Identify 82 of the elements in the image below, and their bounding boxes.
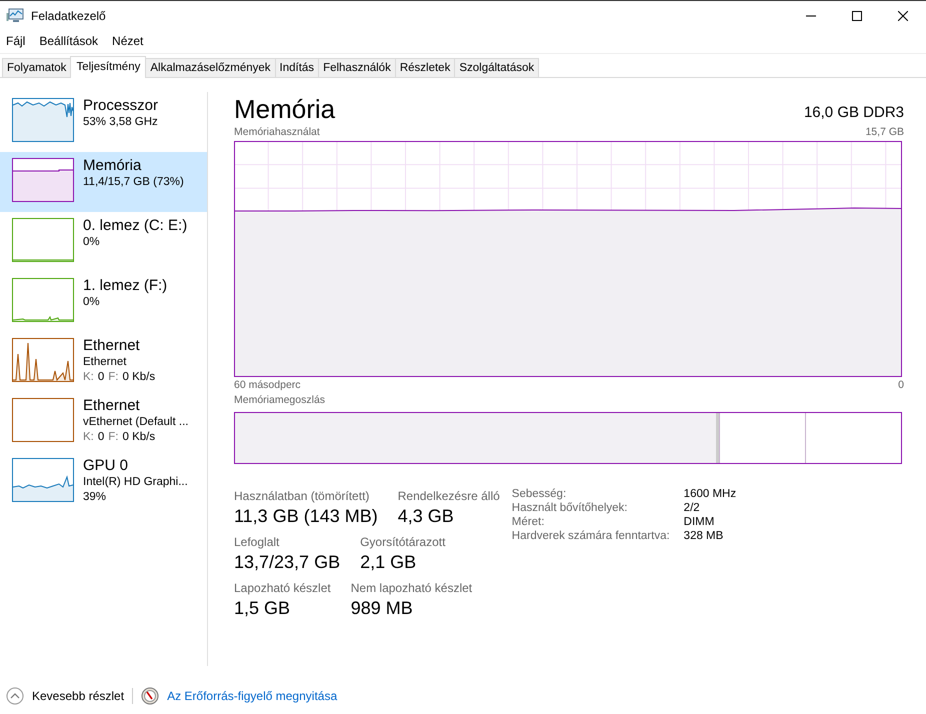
metric-label: K: — [83, 370, 94, 385]
stat-value: 13,7/23,7 GB — [234, 551, 340, 574]
fewer-details-button[interactable]: Kevesebb részlet — [6, 687, 124, 705]
stat-value: 11,3 GB (143 MB) — [234, 505, 378, 528]
tab[interactable]: Részletek — [394, 58, 456, 77]
property-label: Hardverek számára fenntartva: — [512, 530, 670, 542]
metric-label: F: — [108, 370, 119, 385]
stat-value: 4,3 GB — [398, 505, 455, 528]
sidebar-item[interactable]: 1. lemez (F:) 0% — [0, 272, 207, 332]
metric-value: Intel(R) HD Graphi... — [83, 475, 188, 490]
stat-value: 1,5 GB — [234, 597, 292, 620]
property-label: Használt bővítőhelyek: — [512, 502, 628, 514]
metric-value: 0% — [83, 235, 100, 250]
axis-label: 60 másodperc — [234, 379, 301, 392]
menu-item[interactable]: Beállítások — [39, 34, 98, 50]
sidebar-item[interactable]: GPU 0 Intel(R) HD Graphi... 39% — [0, 452, 207, 512]
property-value: DIMM — [684, 516, 716, 528]
item-title: 0. lemez (C: E:) — [83, 217, 188, 235]
tab[interactable]: Indítás — [274, 58, 320, 77]
sparkline-graph — [12, 98, 74, 142]
metric-value: 0 — [98, 370, 104, 385]
stat-value: 2,1 GB — [360, 551, 418, 574]
metric-value: 0 Kb/s — [122, 370, 156, 385]
tab[interactable]: Alkalmazáselőzmények — [145, 58, 276, 77]
item-title: Memória — [83, 157, 142, 175]
stat-label: Rendelkezésre álló — [398, 488, 500, 504]
item-title: 1. lemez (F:) — [83, 277, 168, 295]
tab[interactable]: Felhasználók — [318, 58, 396, 77]
window-title: Feladatkezelő — [31, 9, 106, 23]
graph-label: Memóriamegoszlás — [234, 394, 326, 407]
sparkline-graph — [12, 158, 74, 202]
stat-label: Lapozható készlet — [234, 580, 331, 596]
metric-value: 39% — [83, 490, 106, 505]
sidebar-item[interactable]: Ethernet vEthernet (Default ... K: 0 F: 0 Kb/s — [0, 392, 207, 452]
page-title: Memória — [234, 94, 336, 124]
item-title: GPU 0 — [83, 457, 130, 475]
sparkline-graph — [12, 398, 74, 442]
memory-spec: 16,0 GB DDR3 — [804, 103, 904, 123]
menu-item[interactable]: Nézet — [112, 34, 144, 50]
item-title: Ethernet — [83, 397, 141, 415]
axis-label: 15,7 GB — [865, 126, 904, 139]
metric-value: vEthernet (Default ... — [83, 415, 188, 430]
stat-value: 989 MB — [350, 597, 414, 620]
property-value: 1600 MHz — [684, 488, 736, 500]
axis-label: 0 — [898, 379, 904, 392]
item-title: Ethernet — [83, 337, 141, 355]
resource-monitor-link[interactable]: Az Erőforrás-figyelő megnyitása — [167, 689, 338, 703]
gauge-icon — [141, 687, 160, 705]
stat-label: Nem lapozható készlet — [350, 580, 472, 596]
metric-value: 11,4/15,7 GB (73%) — [83, 175, 184, 190]
maximize-icon — [852, 11, 862, 21]
property-label: Sebesség: — [512, 488, 568, 500]
sparkline-graph — [12, 218, 74, 262]
stat-label: Lefoglalt — [234, 534, 280, 550]
metric-value: 0 Kb/s — [122, 430, 156, 445]
metric-value: 53% 3,58 GHz — [83, 115, 158, 130]
sparkline-graph — [12, 278, 74, 322]
metric-label: F: — [108, 430, 119, 445]
metric-value: 0% — [83, 295, 100, 310]
sparkline-graph — [12, 458, 74, 502]
property-value: 328 MB — [684, 530, 724, 542]
item-title: Processzor — [83, 97, 158, 115]
property-value: 2/2 — [684, 502, 701, 514]
close-icon — [898, 11, 908, 21]
property-label: Méret: — [512, 516, 546, 528]
metric-value: 0 — [98, 430, 104, 445]
metric-label: K: — [83, 430, 94, 445]
monitor-chart-icon — [6, 8, 24, 24]
tab[interactable]: Folyamatok — [2, 58, 72, 77]
stat-label: Használatban (tömörített) — [234, 488, 370, 504]
sidebar-item[interactable]: Ethernet Ethernet K: 0 F: 0 Kb/s — [0, 332, 207, 392]
chevron-up-icon — [6, 687, 24, 705]
tab[interactable]: Teljesítmény — [70, 56, 146, 78]
graph-label: Memóriahasználat — [234, 126, 320, 139]
sidebar-item[interactable]: 0. lemez (C: E:) 0% — [0, 212, 207, 272]
sparkline-graph — [12, 338, 74, 382]
metric-value: Ethernet — [83, 355, 126, 370]
stat-label: Gyorsítótárazott — [360, 534, 446, 550]
sidebar-item[interactable]: Processzor 53% 3,58 GHz — [0, 92, 207, 152]
tab[interactable]: Szolgáltatások — [454, 58, 540, 77]
menu-item[interactable]: Fájl — [6, 34, 26, 50]
sidebar-item[interactable]: Memória 11,4/15,7 GB (73%) — [0, 152, 207, 212]
